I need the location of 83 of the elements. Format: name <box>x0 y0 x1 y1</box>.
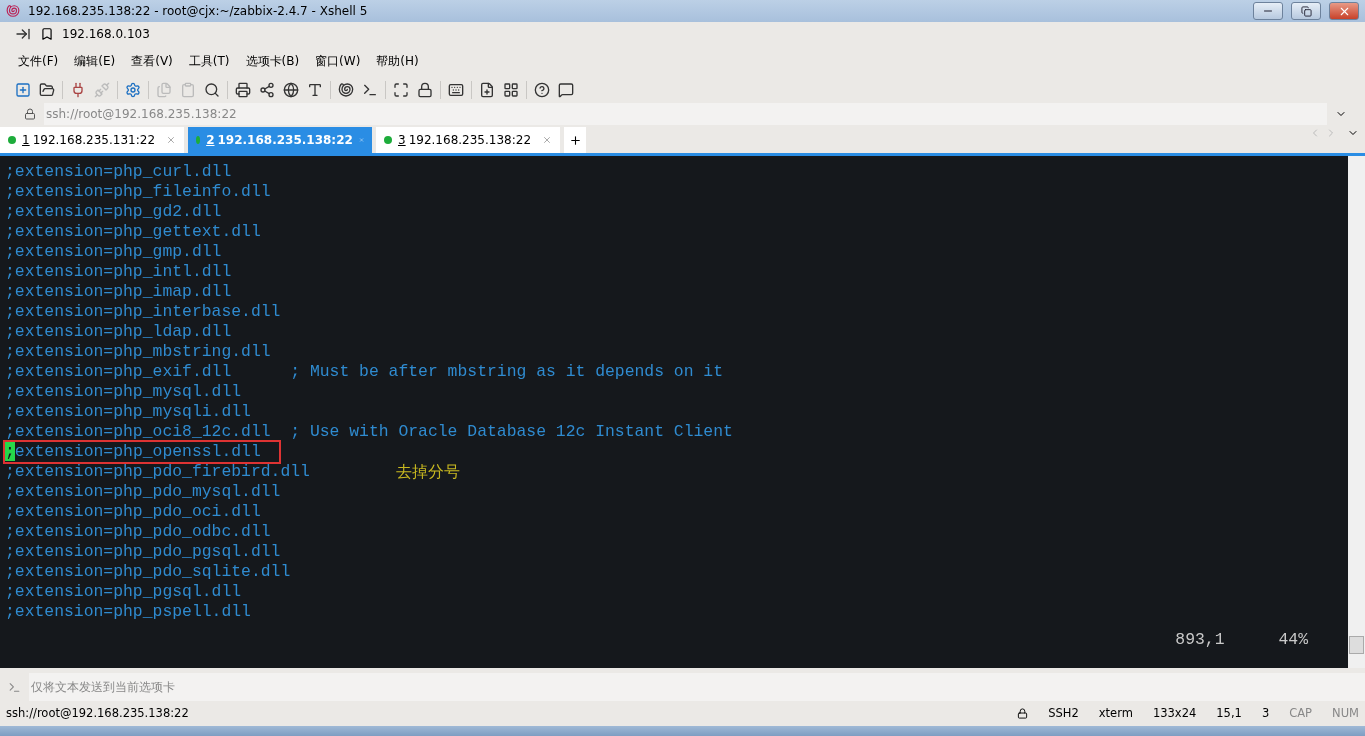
search-icon[interactable] <box>203 81 221 99</box>
num-indicator: NUM <box>1332 706 1359 720</box>
terminal-line: ;extension=php_pdo_mysql.dll <box>5 482 281 502</box>
restore-button[interactable] <box>1291 2 1321 20</box>
terminal-line: ;extension=php_pdo_firebird.dll <box>5 462 310 482</box>
tab-label: 192.168.235.138:22 <box>408 133 531 147</box>
transfer-icon[interactable] <box>258 81 276 99</box>
menu-item[interactable]: 窗口(W) <box>311 52 365 70</box>
session-tab[interactable]: 1 192.168.235.131:22 <box>0 127 184 153</box>
app-icon <box>6 4 20 18</box>
terminal-line: ;extension=php_pdo_odbc.dll <box>5 522 271 542</box>
terminal-icon <box>8 680 21 694</box>
terminal-line: ;extension=php_exif.dll ; Must be after mbstring as it depends on it <box>5 362 724 382</box>
terminal-line: ;extension=php_mysql.dll <box>5 382 242 402</box>
status-address: ssh://root@192.168.235.138:22 <box>6 706 190 720</box>
status-dot-icon <box>384 136 392 144</box>
terminal-line: ;extension=php_mbstring.dll <box>5 342 271 362</box>
settings-icon[interactable] <box>124 81 142 99</box>
window-title: 192.168.235.138:22 - root@cjx:~/zabbix-2.4.7 - Xshell 5 <box>28 4 369 18</box>
globe-icon[interactable] <box>282 81 300 99</box>
menu-item[interactable]: 选项卡(B) <box>241 52 304 70</box>
add-file-icon[interactable] <box>478 81 496 99</box>
keyboard-icon[interactable] <box>447 81 465 99</box>
lock-icon[interactable] <box>416 81 434 99</box>
tab-number: 2 <box>206 133 215 147</box>
lock-icon <box>1017 707 1029 719</box>
terminal-line: ;extension=php_fileinfo.dll <box>5 182 271 202</box>
terminal-line: ;extension=php_pgsql.dll <box>5 582 242 602</box>
restore-icon <box>1300 5 1312 17</box>
protocol-label: SSH2 <box>1048 706 1079 720</box>
fullscreen-icon[interactable] <box>392 81 410 99</box>
chat-icon[interactable] <box>557 81 575 99</box>
status-dot-icon <box>8 136 16 144</box>
terminal-line: ;extension=php_pdo_sqlite.dll <box>5 562 291 582</box>
menu-item[interactable]: 文件(F) <box>14 52 63 70</box>
caps-indicator: CAP <box>1289 706 1313 720</box>
add-tab-button[interactable] <box>564 127 586 153</box>
terminal-line: ;extension=php_gd2.dll <box>5 202 222 222</box>
session-count: 3 <box>1261 706 1270 720</box>
terminal-line: ;extension=php_pdo_oci.dll <box>5 502 261 522</box>
terminal-line: ;extension=php_intl.dll <box>5 262 232 282</box>
host-address: 192.168.0.103 <box>62 27 150 41</box>
font-icon[interactable] <box>306 81 324 99</box>
menu-item[interactable]: 工具(T) <box>184 52 234 70</box>
terminal-line: ;extension=php_mysqli.dll <box>5 402 251 422</box>
close-button[interactable] <box>1329 2 1359 20</box>
terminal-line: ;extension=php_oci8_12c.dll ; Use with Oracle Database 12c Instant Client <box>5 422 733 442</box>
terminal-line: ;extension=php_gettext.dll <box>5 222 261 242</box>
compose-field[interactable]: 仅将文本发送到当前选项卡 <box>29 673 1365 701</box>
new-session-icon[interactable] <box>14 81 32 99</box>
terminal-line: ;extension=php_pdo_pgsql.dll <box>5 542 281 562</box>
printer-icon[interactable] <box>234 81 252 99</box>
terminal-line: ;extension=php_curl.dll <box>5 162 232 182</box>
menu-item[interactable]: 帮助(H) <box>372 52 423 70</box>
terminal-line: ;extension=php_interbase.dll <box>5 302 281 322</box>
terminal-line: ;extension=php_pspell.dll <box>5 602 251 622</box>
cursor-position: 893,1 <box>1175 630 1225 650</box>
shell-icon[interactable] <box>337 81 355 99</box>
status-dot-icon <box>196 136 201 144</box>
annotation: 去掉分号 <box>395 462 460 482</box>
menu-item[interactable]: 编辑(E) <box>70 52 120 70</box>
minimize-button[interactable] <box>1253 2 1283 20</box>
layout-icon[interactable] <box>502 81 520 99</box>
terminal-line: ;extension=php_openssl.dll <box>5 442 279 462</box>
terminal-size: 133x24 <box>1152 706 1197 720</box>
terminal-line: ;extension=php_ldap.dll <box>5 322 232 342</box>
menu-item[interactable]: 查看(V) <box>127 52 177 70</box>
scrollbar[interactable] <box>1348 156 1365 668</box>
terminal-line: ;extension=php_imap.dll <box>5 282 232 302</box>
plus-icon <box>568 133 582 147</box>
bookmark-icon <box>40 27 54 41</box>
scroll-percent: 44% <box>1278 630 1308 650</box>
folder-icon[interactable] <box>38 81 56 99</box>
session-tab[interactable]: 3 192.168.235.138:22 <box>376 127 560 153</box>
help-icon[interactable] <box>533 81 551 99</box>
cursor-status: 15,1 <box>1216 706 1242 720</box>
tab-label: 192.168.235.138:22 <box>217 133 353 147</box>
lock-icon <box>24 108 36 120</box>
tab-number: 1 <box>22 133 30 147</box>
tab-label: 192.168.235.131:22 <box>32 133 155 147</box>
terminal-type: xterm <box>1098 706 1133 720</box>
terminal-line: ;extension=php_gmp.dll <box>5 242 222 262</box>
tab-number: 3 <box>398 133 406 147</box>
